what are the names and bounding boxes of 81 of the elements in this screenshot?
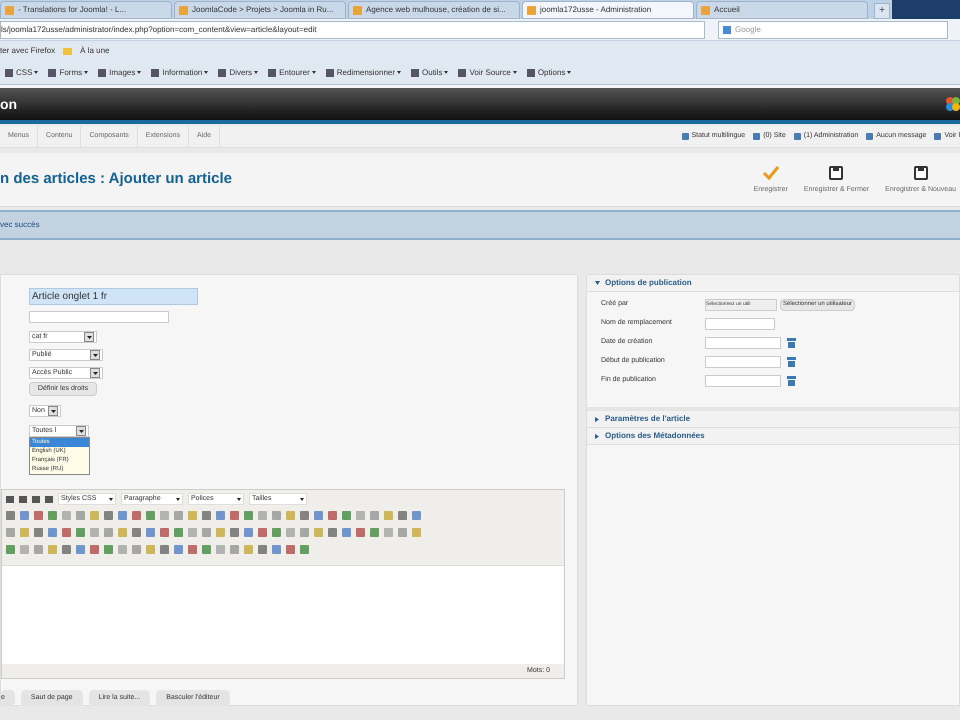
caret-icon (84, 71, 88, 74)
caret-icon (78, 430, 84, 432)
toolbar-icon (457, 68, 468, 78)
date-field[interactable] (705, 374, 781, 386)
caret-icon (86, 336, 92, 338)
toolbar-icon (526, 68, 536, 78)
browser-tab[interactable]: JoomlaCode > Projets > Joomla in Ru... (174, 1, 346, 19)
bookmark-link[interactable]: ter avec Firefox (0, 45, 56, 57)
caret-icon (109, 498, 113, 500)
url-field[interactable]: ls/joomla172usse/administrator/index.php?option=com_content&view=article&layout=edit (0, 20, 705, 38)
section-header[interactable]: Paramètres de l'article (587, 411, 959, 428)
toolbar-menu-button[interactable]: Outils (410, 66, 448, 78)
toolbar-menu-button[interactable]: Redimensionner (324, 66, 402, 78)
toolbar-icon (217, 68, 228, 78)
caret-icon (92, 372, 98, 374)
favicon-icon (5, 6, 14, 14)
site-title: on (0, 94, 18, 114)
toolbar-menu-button[interactable]: Information (150, 66, 208, 78)
status-icon (753, 133, 760, 140)
calendar-icon[interactable] (787, 376, 796, 386)
toolbar-icon (47, 68, 58, 78)
check-icon (762, 164, 780, 182)
caret-icon (312, 71, 316, 74)
toolbar-menu-button[interactable]: Images (97, 66, 142, 78)
window-title-bar (892, 0, 960, 19)
toolbar-icon (97, 68, 108, 78)
toolbar-icon (4, 68, 14, 78)
page-title: n des articles : Ajouter un article (0, 169, 232, 190)
browser-tab[interactable]: Accueil (696, 1, 868, 19)
alias-field[interactable] (29, 311, 169, 323)
date-field[interactable] (705, 356, 781, 368)
browser-tab[interactable]: - Translations for Joomla! - L... (0, 1, 172, 19)
status-icon (682, 133, 688, 140)
status-icon (866, 133, 874, 140)
status-icon (934, 133, 942, 140)
date-field[interactable] (705, 336, 781, 348)
toolbar-menu-button[interactable]: Options (526, 66, 572, 78)
calendar-icon[interactable] (787, 356, 796, 366)
toolbar-icon (324, 68, 335, 78)
new-tab-button[interactable]: + (874, 3, 890, 19)
caret-right-icon (595, 434, 600, 438)
favicon-icon (353, 6, 362, 14)
caret-icon (176, 498, 180, 500)
caret-icon (567, 71, 572, 74)
favicon-icon (701, 6, 710, 14)
section-header[interactable]: Options de publication (587, 275, 959, 292)
caret-icon (300, 498, 304, 500)
caret-icon (204, 71, 208, 74)
caret-icon (92, 354, 98, 356)
toolbar-icon (150, 68, 160, 78)
browser-tab[interactable]: Agence web mulhouse, création de si... (348, 1, 520, 19)
caret-right-icon (595, 416, 600, 422)
success-message: vec succès (0, 219, 40, 231)
text-field[interactable] (705, 318, 775, 330)
toolbar-menu-button[interactable]: CSS (4, 66, 38, 78)
search-engine-icon (723, 26, 731, 34)
caret-icon (512, 71, 517, 74)
toolbar-menu-button[interactable]: Entourer (267, 66, 316, 78)
bookmark-link[interactable]: À la une (80, 45, 110, 57)
toolbar-menu-button[interactable]: Voir Source (457, 66, 517, 78)
toolbar-icon (267, 68, 278, 78)
toolbar-menu-button[interactable]: Divers (217, 66, 258, 78)
caret-icon (444, 71, 448, 74)
title-field[interactable]: Article onglet 1 fr (29, 288, 198, 305)
caret-icon (50, 410, 56, 412)
logo-icon (944, 95, 960, 113)
favicon-icon (179, 6, 188, 14)
status-icon (794, 133, 801, 140)
calendar-icon[interactable] (787, 338, 796, 348)
folder-icon (63, 46, 72, 56)
caret-icon (34, 71, 38, 74)
toolbar-menu-button[interactable]: Forms (47, 66, 88, 78)
caret-icon (397, 71, 402, 74)
caret-icon (254, 71, 258, 74)
browser-tab[interactable]: joomla172usse - Administration (522, 1, 694, 19)
section-header[interactable]: Options des Métadonnées (587, 428, 959, 445)
caret-down-icon (595, 280, 600, 286)
favicon-icon (527, 6, 536, 14)
toolbar-icon (410, 68, 420, 78)
caret-icon (237, 498, 241, 500)
caret-icon (137, 71, 142, 74)
